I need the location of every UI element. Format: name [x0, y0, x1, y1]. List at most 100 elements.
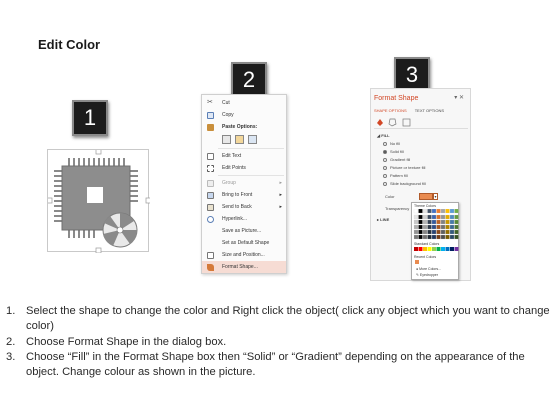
more-colors-label: More Colors...	[419, 267, 442, 271]
instruction-step: 2. Choose Format Shape in the dialog box…	[6, 335, 554, 350]
menu-item-label: Save as Picture...	[222, 228, 262, 234]
step-text: Choose Format Shape in the dialog box.	[26, 335, 227, 348]
paste-destination-icon[interactable]	[235, 135, 244, 144]
theme-color-swatch	[436, 214, 441, 220]
chip-shape-illustration[interactable]	[48, 150, 150, 253]
pane-title: Format Shape	[374, 95, 419, 102]
theme-color-swatch	[445, 224, 450, 230]
submenu-arrow-icon: ▸	[279, 192, 282, 198]
theme-color-swatch	[413, 214, 419, 220]
selected-shape-panel[interactable]	[47, 149, 150, 253]
context-menu[interactable]: ✂ Cut Copy Paste Options: Edit Text Edit…	[201, 94, 287, 274]
theme-color-swatch	[427, 229, 432, 235]
theme-color-swatch	[454, 234, 459, 240]
theme-color-swatch	[436, 219, 441, 225]
line-section-header[interactable]: ▸ LINE	[377, 217, 389, 222]
theme-color-swatch	[449, 214, 455, 220]
menu-item-cut[interactable]: ✂ Cut	[202, 97, 286, 109]
menu-item-label: Size and Position...	[222, 252, 265, 258]
theme-color-swatch	[422, 214, 428, 220]
theme-color-swatch	[418, 209, 423, 214]
radio-pattern-fill[interactable]: Pattern fill	[383, 173, 408, 178]
option-label: Gradient fill	[390, 157, 411, 162]
menu-item-paste-options: Paste Options:	[202, 121, 286, 133]
theme-color-swatch	[449, 219, 455, 225]
pane-tabs: SHAPE OPTIONS TEXT OPTIONS	[374, 108, 451, 113]
radio-slide-background-fill[interactable]: Slide background fill	[383, 181, 426, 186]
recent-color-swatch[interactable]	[415, 260, 419, 264]
standard-color-swatch	[436, 247, 441, 251]
theme-color-swatch	[445, 234, 450, 240]
theme-color-swatch	[454, 224, 459, 230]
theme-color-swatch	[418, 214, 423, 220]
theme-color-swatch	[431, 229, 437, 235]
menu-item-copy[interactable]: Copy	[202, 109, 286, 121]
menu-item-save-as-picture[interactable]: Save as Picture...	[202, 225, 286, 237]
theme-color-swatch	[422, 229, 428, 235]
color-palette-dropdown[interactable]: Theme Colors Standard Colors Recent Colo…	[411, 202, 459, 280]
paste-picture-icon[interactable]	[248, 135, 257, 144]
tab-text-options[interactable]: TEXT OPTIONS	[415, 108, 444, 113]
menu-item-size-and-position[interactable]: Size and Position...	[202, 249, 286, 261]
theme-color-swatch	[440, 214, 446, 220]
edit-points-icon	[207, 165, 214, 172]
option-label: Solid fill	[390, 149, 404, 154]
menu-item-hyperlink[interactable]: Hyperlink...	[202, 213, 286, 225]
theme-color-swatch	[413, 229, 419, 235]
menu-item-label: Cut	[222, 100, 230, 106]
theme-color-swatch	[431, 214, 437, 220]
recent-colors-label: Recent Colors	[414, 255, 437, 259]
menu-item-label: Edit Points	[222, 165, 246, 171]
close-icon[interactable]: ▾ ✕	[454, 94, 464, 101]
menu-item-set-default-shape[interactable]: Set as Default Shape	[202, 237, 286, 249]
chevron-down-icon[interactable]: ▾	[433, 193, 438, 200]
standard-color-swatch	[450, 247, 454, 251]
radio-solid-fill[interactable]: Solid fill	[383, 149, 404, 154]
eyedropper-item[interactable]: ✎ Eyedropper	[416, 273, 438, 277]
option-label: Slide background fill	[390, 181, 426, 186]
menu-item-send-to-back[interactable]: Send to Back ▸	[202, 201, 286, 213]
theme-color-swatch	[440, 229, 446, 235]
menu-item-label: Group	[222, 180, 236, 186]
theme-color-swatch	[449, 234, 455, 240]
option-label: Pattern fill	[390, 173, 408, 178]
menu-item-label: Paste Options:	[222, 124, 258, 130]
standard-colors-label: Standard Colors	[414, 242, 440, 246]
fill-color-button[interactable]	[419, 193, 433, 200]
radio-no-fill[interactable]: No fill	[383, 141, 400, 146]
theme-color-swatch	[445, 229, 450, 235]
theme-color-swatch	[454, 209, 459, 214]
theme-color-swatch	[440, 234, 446, 240]
menu-item-bring-to-front[interactable]: Bring to Front ▸	[202, 189, 286, 201]
radio-picture-fill[interactable]: Picture or texture fill	[383, 165, 425, 170]
instruction-step: 1. Select the shape to change the color …	[6, 304, 554, 335]
paste-keep-source-icon[interactable]	[222, 135, 231, 144]
theme-color-swatch	[431, 209, 437, 214]
theme-color-swatch	[449, 224, 455, 230]
menu-item-edit-text[interactable]: Edit Text	[202, 150, 286, 162]
radio-button-icon	[383, 165, 387, 170]
theme-color-swatch	[445, 209, 450, 214]
format-shape-pane[interactable]: Format Shape ▾ ✕ SHAPE OPTIONS TEXT OPTI…	[370, 88, 471, 281]
tab-shape-options[interactable]: SHAPE OPTIONS	[374, 108, 407, 113]
standard-color-row[interactable]	[413, 247, 459, 253]
radio-gradient-fill[interactable]: Gradient fill	[383, 157, 410, 162]
standard-color-swatch	[418, 247, 423, 251]
step-text: Select the shape to change the color and…	[26, 305, 550, 333]
theme-color-grid[interactable]	[413, 209, 459, 241]
clipboard-icon	[207, 124, 214, 131]
theme-colors-label: Theme Colors	[414, 204, 436, 208]
fill-section-header[interactable]: ◢ FILL	[377, 133, 390, 138]
fill-section-label: FILL	[381, 133, 390, 138]
menu-item-label: Format Shape...	[222, 264, 258, 270]
theme-color-swatch	[449, 229, 455, 235]
theme-color-swatch	[427, 214, 432, 220]
theme-color-swatch	[440, 209, 446, 214]
scissors-icon: ✂	[207, 99, 213, 106]
theme-color-swatch	[440, 224, 446, 230]
menu-item-format-shape[interactable]: Format Shape...	[202, 261, 286, 273]
theme-color-swatch	[422, 224, 428, 230]
more-colors-item[interactable]: ● More Colors...	[416, 267, 441, 271]
menu-item-edit-points[interactable]: Edit Points	[202, 162, 286, 174]
step-number: 3.	[6, 350, 16, 363]
